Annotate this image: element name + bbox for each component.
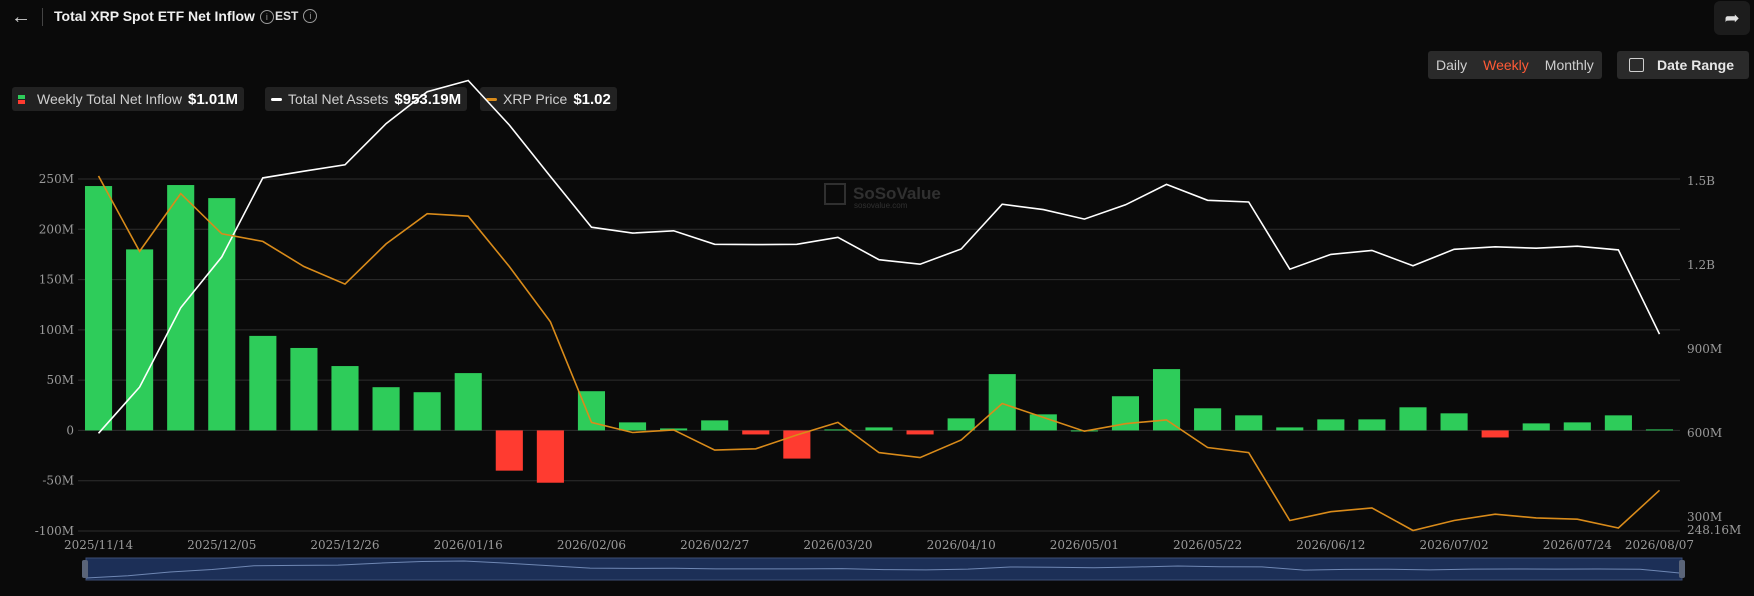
y-left-tick-label: -50M [42,474,74,488]
inflow-bar[interactable] [249,335,277,431]
inflow-bar[interactable] [1194,408,1222,431]
inflow-bar[interactable] [865,427,893,431]
inflow-bar[interactable] [1399,407,1427,431]
inflow-bar[interactable] [495,430,523,471]
inflow-bar[interactable] [701,420,729,431]
inflow-bar[interactable] [413,392,441,431]
y-left-tick-label: 200M [39,222,74,236]
inflow-bar[interactable] [536,430,564,483]
inflow-bar[interactable] [372,387,400,431]
x-tick-label: 2026/07/02 [1419,538,1488,552]
x-tick-label: 2026/02/06 [557,538,626,552]
navigator-left-handle[interactable] [82,560,88,578]
x-tick-label: 2026/08/07 [1625,538,1694,552]
x-tick-label: 2026/05/22 [1173,538,1242,552]
inflow-bar[interactable] [742,430,770,435]
y-right-tick-label: 1.2B [1687,258,1715,272]
inflow-bar[interactable] [618,422,647,431]
range-navigator[interactable] [85,557,1683,581]
etf-flow-chart: SoSoValue sosovalue.com 250M200M150M100M… [35,79,1741,581]
x-tick-label: 2026/04/10 [927,538,996,552]
x-tick-label: 2026/02/27 [680,538,749,552]
watermark-logo-icon [824,183,846,205]
inflow-bar[interactable] [906,430,934,435]
y-right-tick-label: 300M [1687,510,1722,524]
y-left-tick-label: -100M [35,524,74,538]
x-tick-label: 2025/12/26 [310,538,379,552]
x-tick-label: 2026/06/12 [1296,538,1365,552]
x-tick-label: 2025/11/14 [64,538,134,552]
inflow-bar[interactable] [947,418,975,431]
inflow-bar[interactable] [1563,422,1591,431]
x-tick-label: 2026/03/20 [803,538,872,552]
inflow-bar[interactable] [331,366,359,431]
inflow-bar[interactable] [84,186,113,431]
y-left-tick-label: 100M [39,323,74,337]
inflow-bar[interactable] [1522,423,1550,431]
inflow-bar[interactable] [1235,415,1263,431]
navigator-right-handle[interactable] [1679,560,1685,578]
inflow-bar[interactable] [126,249,154,431]
y-left-tick-label: 50M [46,373,74,387]
inflow-bar[interactable] [1645,429,1674,431]
inflow-bar[interactable] [290,347,318,431]
y-right-min-label: 248.16M [1687,523,1741,537]
inflow-bar[interactable] [1481,430,1509,438]
inflow-bar[interactable] [988,374,1016,431]
y-left-tick-label: 150M [39,273,74,287]
inflow-bar[interactable] [1440,413,1468,431]
inflow-bar[interactable] [1317,419,1345,431]
inflow-bar[interactable] [1604,415,1632,431]
y-right-tick-label: 900M [1687,342,1722,356]
y-right-tick-label: 600M [1687,426,1722,440]
watermark-site: sosovalue.com [854,201,908,210]
y-left-tick-label: 0 [66,423,74,437]
y-right-tick-label: 1.5B [1687,174,1715,188]
x-tick-label: 2025/12/05 [187,538,256,552]
y-left-tick-label: 250M [39,172,74,186]
x-tick-label: 2026/05/01 [1050,538,1119,552]
x-tick-label: 2026/01/16 [434,538,503,552]
x-tick-label: 2026/07/24 [1543,538,1613,552]
inflow-bar[interactable] [1358,419,1386,431]
inflow-bar[interactable] [1276,427,1304,431]
inflow-bar[interactable] [454,373,482,431]
